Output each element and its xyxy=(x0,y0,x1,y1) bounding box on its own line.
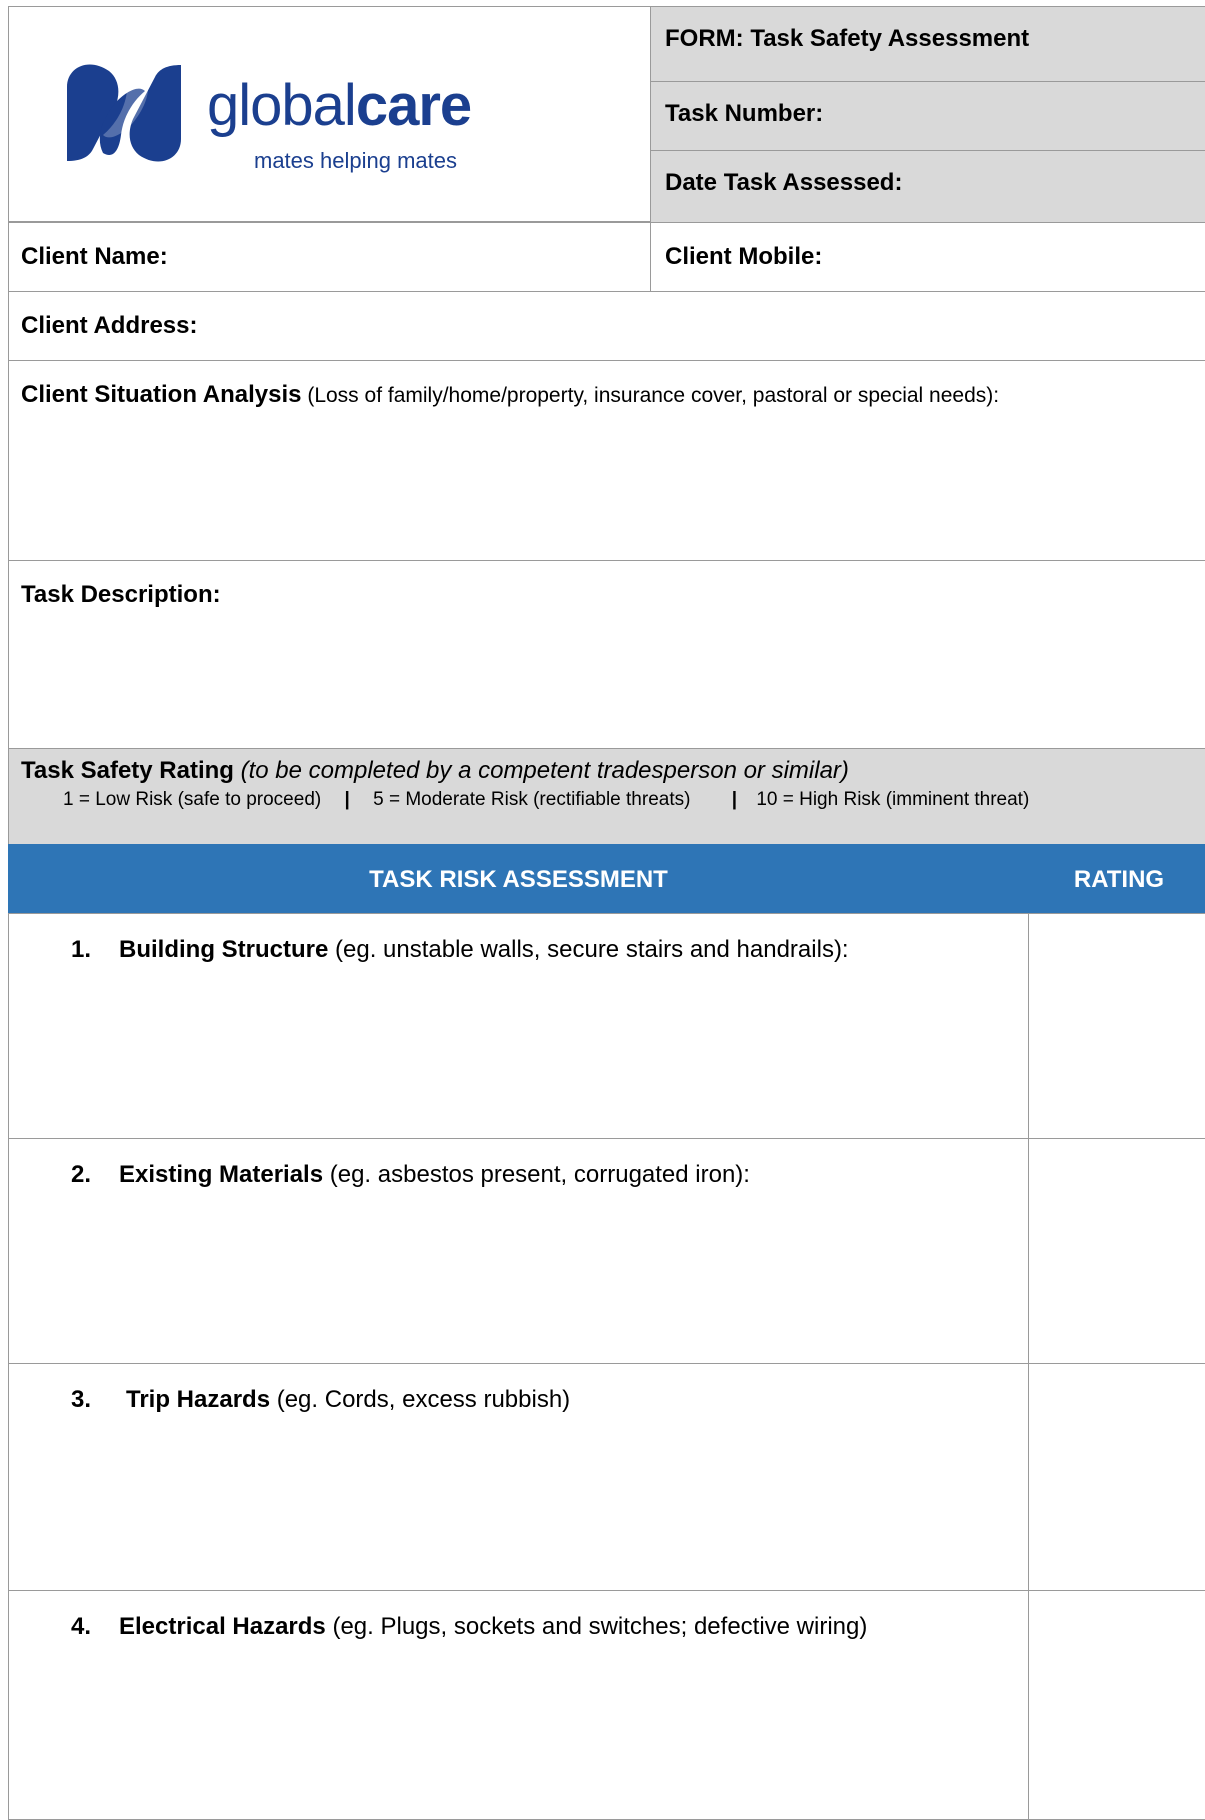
risk-name: Electrical Hazards xyxy=(119,1613,326,1640)
scale-separator: | xyxy=(344,789,350,810)
date-assessed-label: Date Task Assessed: xyxy=(665,169,903,196)
risk-name: Trip Hazards xyxy=(126,1386,271,1413)
risk-row-materials[interactable]: 2. Existing Materials (eg. asbestos prese… xyxy=(8,1138,1029,1364)
client-address-label: Client Address: xyxy=(21,312,198,339)
rating-cell-building[interactable] xyxy=(1028,913,1205,1139)
client-mobile-label: Client Mobile: xyxy=(665,243,823,270)
logo-cell: globalcare mates helping mates xyxy=(8,6,651,222)
risk-number: 3. xyxy=(71,1386,92,1413)
form-title-cell: FORM: Task Safety Assessment xyxy=(650,6,1205,82)
brand-light: global xyxy=(207,73,357,138)
brand-wordmark: globalcare xyxy=(207,77,472,135)
client-address-cell[interactable]: Client Address: xyxy=(8,291,1205,361)
risk-desc: (eg. Plugs, sockets and switches; defect… xyxy=(325,1613,868,1640)
rating-scale: 1 = Low Risk (safe to proceed) | 5 = Mod… xyxy=(21,789,1205,811)
client-situation-note: (Loss of family/home/property, insurance… xyxy=(301,384,1000,407)
client-name-cell[interactable]: Client Name: xyxy=(8,222,651,292)
risk-item-text: 4. Electrical Hazards (eg. Plugs, sockets… xyxy=(71,1613,1028,1641)
client-situation-cell[interactable]: Client Situation Analysis (Loss of famil… xyxy=(8,360,1205,561)
rating-cell-materials[interactable] xyxy=(1028,1138,1205,1364)
risk-row-trip[interactable]: 3. Trip Hazards (eg. Cords, excess rubbis… xyxy=(8,1363,1029,1591)
task-description-label: Task Description: xyxy=(21,581,221,608)
rating-cell-electrical[interactable] xyxy=(1028,1590,1205,1820)
risk-item-text: 3. Trip Hazards (eg. Cords, excess rubbis… xyxy=(71,1386,1028,1414)
client-mobile-cell[interactable]: Client Mobile: xyxy=(650,222,1205,292)
risk-number: 1. xyxy=(71,936,92,963)
scale-high: 10 = High Risk (imminent threat) xyxy=(756,789,1030,810)
form-title: FORM: Task Safety Assessment xyxy=(665,25,1030,52)
header-assessment-text: TASK RISK ASSESSMENT xyxy=(369,866,668,893)
globalcare-logo-icon xyxy=(67,64,181,162)
task-number-label: Task Number: xyxy=(665,100,824,127)
risk-table-header-assessment: TASK RISK ASSESSMENT xyxy=(8,844,1029,914)
risk-desc: (eg. unstable walls, secure stairs and h… xyxy=(328,936,849,963)
rating-note: (to be completed by a competent tradespe… xyxy=(233,757,849,784)
brand-tagline: mates helping mates xyxy=(254,148,457,173)
scale-moderate: 5 = Moderate Risk (rectifiable threats) xyxy=(373,789,691,810)
risk-name: Existing Materials xyxy=(119,1161,324,1188)
client-name-label: Client Name: xyxy=(21,243,168,270)
risk-row-electrical[interactable]: 4. Electrical Hazards (eg. Plugs, sockets… xyxy=(8,1590,1029,1820)
risk-number: 2. xyxy=(71,1161,92,1188)
header-rating-text: RATING xyxy=(1073,866,1165,893)
task-safety-rating-cell: Task Safety Rating (to be completed by a… xyxy=(8,748,1205,845)
scale-low: 1 = Low Risk (safe to proceed) xyxy=(63,789,322,810)
risk-item-text: 1. Building Structure (eg. unstable walls… xyxy=(71,936,1028,964)
risk-number: 4. xyxy=(71,1613,92,1640)
rating-cell-trip[interactable] xyxy=(1028,1363,1205,1591)
brand-bold: care xyxy=(355,73,472,138)
risk-desc: (eg. asbestos present, corrugated iron): xyxy=(323,1161,750,1188)
client-situation-label: Client Situation Analysis xyxy=(21,381,302,408)
risk-row-building[interactable]: 1. Building Structure (eg. unstable walls… xyxy=(8,913,1029,1139)
rating-heading: Task Safety Rating (to be completed by a… xyxy=(21,757,1205,785)
scale-separator: | xyxy=(731,789,738,810)
task-description-cell[interactable]: Task Description: xyxy=(8,560,1205,749)
risk-item-text: 2. Existing Materials (eg. asbestos prese… xyxy=(71,1161,1028,1189)
rating-label: Task Safety Rating xyxy=(21,757,234,784)
task-number-cell[interactable]: Task Number: xyxy=(650,81,1205,151)
date-assessed-cell[interactable]: Date Task Assessed: xyxy=(650,150,1205,223)
risk-table-header-rating: RATING xyxy=(1028,844,1205,914)
risk-desc: (eg. Cords, excess rubbish) xyxy=(270,1386,571,1413)
risk-name: Building Structure xyxy=(119,936,329,963)
